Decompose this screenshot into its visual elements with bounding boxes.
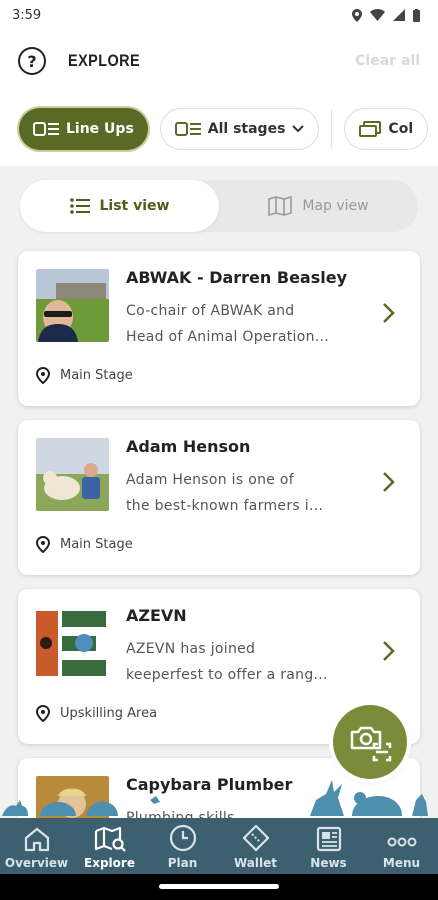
view-toggle: List view Map view <box>20 180 418 232</box>
filter-chip-all-stages[interactable]: All stages <box>159 108 320 150</box>
map-view-label: Map view <box>302 198 369 214</box>
location-label: Main Stage <box>60 537 133 552</box>
home-icon <box>24 827 49 852</box>
map-icon <box>268 196 293 216</box>
list-view-label: List view <box>99 198 170 214</box>
page-title: EXPLORE <box>68 51 141 70</box>
location-status-icon <box>352 8 362 22</box>
map-search-icon <box>94 826 126 852</box>
status-bar: 3:59 <box>0 0 438 30</box>
camera-scan-icon <box>350 726 392 762</box>
scan-ticket-button[interactable] <box>333 705 407 779</box>
lineup-card[interactable]: Adam Henson Adam Henson is one of the be… <box>18 420 420 575</box>
card-location: Main Stage <box>36 536 133 553</box>
filter-chip-line-ups[interactable]: Line Ups <box>19 108 148 150</box>
chevron-down-icon <box>292 125 305 133</box>
speaker-photo <box>36 438 109 511</box>
card-description: Co-chair of ABWAK and Head of Animal Ope… <box>126 303 330 345</box>
card-title: Capybara Plumber <box>126 775 293 794</box>
card-location: Upskilling Area <box>36 705 157 722</box>
location-label: Upskilling Area <box>60 706 158 721</box>
organisation-logo <box>36 607 109 680</box>
clock-icon <box>169 824 196 852</box>
chip-label: Line Ups <box>66 121 134 137</box>
chevron-right-icon <box>383 303 395 323</box>
chip-label: Col <box>388 121 414 137</box>
filter-bar: Line Ups All stages Col <box>0 92 438 166</box>
card-description: AZEVN has joined keeperfest to offer a r… <box>126 641 328 683</box>
nav-overview[interactable]: Overview <box>0 818 73 874</box>
ticket-icon <box>242 824 269 852</box>
list-icon <box>69 198 90 214</box>
chevron-right-icon <box>383 641 395 661</box>
home-indicator[interactable] <box>159 884 279 889</box>
wifi-icon <box>370 9 385 21</box>
nav-news[interactable]: News <box>292 818 365 874</box>
location-pin-icon <box>36 367 50 384</box>
lineup-card[interactable]: ABWAK - Darren Beasley Co-chair of ABWAK… <box>18 251 420 406</box>
card-location: Main Stage <box>36 367 133 384</box>
location-pin-icon <box>36 705 50 722</box>
location-label: Main Stage <box>60 368 133 383</box>
nav-wallet[interactable]: Wallet <box>219 818 292 874</box>
chevron-right-icon <box>383 472 395 492</box>
card-title: Adam Henson <box>126 437 251 456</box>
bottom-nav: Overview Explore Plan Wallet News Menu <box>0 818 438 874</box>
more-icon <box>387 837 416 847</box>
battery-icon <box>413 8 420 22</box>
header: ? EXPLORE Clear all <box>0 30 438 92</box>
chip-label: All stages <box>207 121 286 137</box>
card-title: AZEVN <box>126 606 187 625</box>
nav-plan[interactable]: Plan <box>146 818 219 874</box>
card-description: Adam Henson is one of the best-known far… <box>126 472 324 514</box>
clear-all-button[interactable]: Clear all <box>355 53 420 69</box>
filter-chip-collection[interactable]: Col <box>344 108 429 150</box>
list-view-button[interactable]: List view <box>20 180 219 232</box>
nav-menu[interactable]: Menu <box>365 818 438 874</box>
help-icon[interactable]: ? <box>18 47 46 75</box>
filter-list-icon <box>33 122 59 136</box>
location-pin-icon <box>36 536 50 553</box>
collection-icon <box>359 121 382 137</box>
card-title: ABWAK - Darren Beasley <box>126 268 347 287</box>
status-icons <box>352 8 420 22</box>
filter-list-icon <box>174 122 201 136</box>
nav-explore[interactable]: Explore <box>73 818 146 874</box>
newspaper-icon <box>316 826 341 852</box>
signal-icon <box>393 9 405 21</box>
speaker-photo <box>36 269 109 342</box>
filter-divider <box>331 110 333 148</box>
system-nav-bar <box>0 874 438 900</box>
map-view-button[interactable]: Map view <box>219 180 418 232</box>
status-time: 3:59 <box>12 7 42 23</box>
